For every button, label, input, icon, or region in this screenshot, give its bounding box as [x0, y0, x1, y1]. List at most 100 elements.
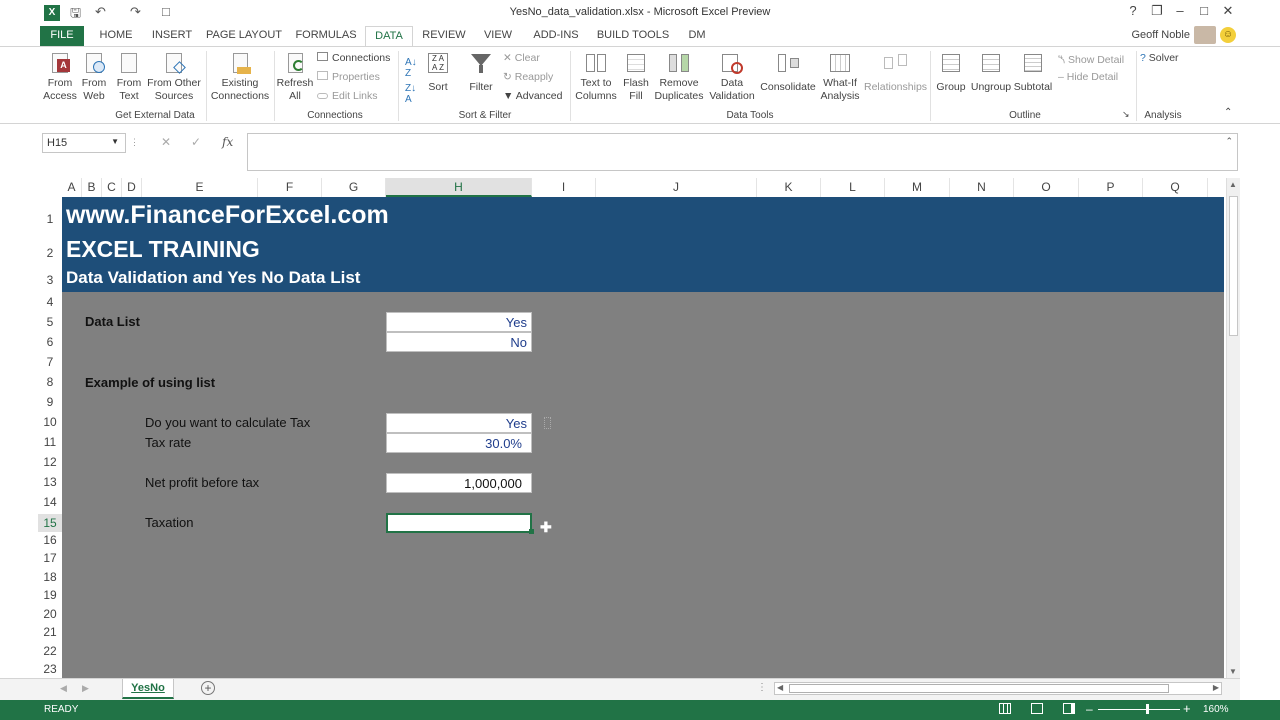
column-header[interactable]: F: [258, 178, 322, 197]
scroll-right-icon[interactable]: ▶: [1213, 683, 1219, 692]
row-header[interactable]: 13: [38, 475, 62, 489]
zoom-slider-thumb[interactable]: [1146, 704, 1149, 714]
ungroup-button[interactable]: Ungroup: [970, 51, 1012, 94]
data-validation-button[interactable]: Data Validation: [706, 51, 758, 103]
prev-sheet-icon[interactable]: ◀: [60, 683, 67, 694]
from-web-button[interactable]: From Web: [79, 51, 109, 103]
show-detail-button[interactable]: ⯲ Show Detail: [1058, 52, 1124, 70]
ribbon-display-icon[interactable]: ❐: [1147, 3, 1167, 19]
maximize-icon[interactable]: □: [1194, 3, 1214, 18]
solver-button[interactable]: ? Solver: [1140, 52, 1179, 64]
clear-button[interactable]: ✕ Clear: [503, 52, 540, 64]
column-header[interactable]: G: [322, 178, 386, 197]
filter-button[interactable]: Filter: [465, 51, 497, 94]
help-icon[interactable]: ?: [1123, 3, 1143, 18]
row-header[interactable]: 6: [38, 335, 62, 349]
page-break-view-icon[interactable]: [1063, 703, 1075, 714]
row-header[interactable]: 1: [38, 212, 62, 226]
list-cell-no[interactable]: No: [386, 332, 532, 352]
minimize-icon[interactable]: –: [1170, 3, 1190, 18]
taxation-cell-selected[interactable]: [386, 513, 532, 533]
row-header[interactable]: 19: [38, 588, 62, 602]
zoom-level[interactable]: 160%: [1203, 704, 1229, 715]
tab-dm[interactable]: DM: [682, 26, 712, 46]
sort-za-icon[interactable]: Z↓ A: [405, 83, 416, 105]
zoom-slider[interactable]: [1098, 709, 1180, 710]
row-header[interactable]: 5: [38, 315, 62, 329]
row-header[interactable]: 14: [38, 495, 62, 509]
outline-dialog-launcher-icon[interactable]: ↘: [1122, 109, 1130, 120]
sort-az-icon[interactable]: A↓ Z: [405, 57, 417, 79]
reapply-button[interactable]: ↻ Reapply: [503, 71, 553, 83]
tab-home[interactable]: HOME: [93, 26, 139, 46]
next-sheet-icon[interactable]: ▶: [82, 683, 89, 694]
row-header[interactable]: 17: [38, 551, 62, 565]
row-header[interactable]: 18: [38, 570, 62, 584]
row-header[interactable]: 7: [38, 355, 62, 369]
column-header[interactable]: I: [532, 178, 596, 197]
row-header[interactable]: 10: [38, 415, 62, 429]
scroll-left-icon[interactable]: ◀: [777, 683, 783, 692]
column-header[interactable]: O: [1014, 178, 1079, 197]
user-name[interactable]: Geoff Noble: [1118, 26, 1190, 46]
column-header[interactable]: J: [596, 178, 757, 197]
tab-file[interactable]: FILE: [40, 26, 84, 46]
column-header[interactable]: N: [950, 178, 1014, 197]
tab-build-tools[interactable]: BUILD TOOLS: [596, 26, 670, 46]
close-icon[interactable]: ✕: [1218, 3, 1238, 19]
page-layout-view-icon[interactable]: [1031, 703, 1043, 714]
column-header[interactable]: P: [1079, 178, 1143, 197]
calc-tax-dropdown[interactable]: Yes: [386, 413, 532, 433]
column-header[interactable]: Q: [1143, 178, 1208, 197]
column-header-selected[interactable]: H: [386, 178, 532, 197]
text-to-columns-button[interactable]: Text to Columns: [574, 51, 618, 103]
cancel-entry-icon[interactable]: ✕: [161, 135, 171, 149]
flash-fill-button[interactable]: Flash Fill: [622, 51, 650, 103]
refresh-all-button[interactable]: Refresh All: [276, 51, 314, 103]
confirm-entry-icon[interactable]: ✓: [191, 135, 201, 149]
fill-handle[interactable]: [529, 529, 534, 534]
vertical-scrollbar[interactable]: ▲ ▼: [1226, 178, 1240, 678]
tab-review[interactable]: REVIEW: [420, 26, 468, 46]
row-header[interactable]: 4: [38, 295, 62, 309]
row-header[interactable]: 3: [38, 273, 62, 287]
avatar[interactable]: [1194, 26, 1216, 44]
row-header[interactable]: 23: [38, 662, 62, 676]
tab-page-layout[interactable]: PAGE LAYOUT: [205, 26, 283, 46]
tax-rate-cell[interactable]: 30.0%: [386, 433, 532, 453]
row-header-selected[interactable]: 15: [38, 514, 62, 532]
vertical-scroll-thumb[interactable]: [1229, 196, 1238, 336]
group-button[interactable]: Group: [934, 51, 968, 94]
row-header[interactable]: 12: [38, 455, 62, 469]
tab-view[interactable]: VIEW: [478, 26, 518, 46]
edit-links-button[interactable]: Edit Links: [317, 90, 378, 102]
list-cell-yes[interactable]: Yes: [386, 312, 532, 332]
scroll-up-icon[interactable]: ▲: [1229, 180, 1237, 189]
collapse-ribbon-icon[interactable]: ⌃: [1224, 107, 1232, 118]
column-header[interactable]: B: [82, 178, 102, 197]
normal-view-icon[interactable]: [999, 703, 1011, 714]
remove-duplicates-button[interactable]: Remove Duplicates: [654, 51, 704, 103]
horizontal-scroll-thumb[interactable]: [789, 684, 1169, 693]
tab-formulas[interactable]: FORMULAS: [293, 26, 359, 46]
scroll-down-icon[interactable]: ▼: [1229, 667, 1237, 676]
existing-connections-button[interactable]: Existing Connections: [208, 51, 272, 103]
column-header[interactable]: L: [821, 178, 885, 197]
consolidate-button[interactable]: Consolidate: [760, 51, 816, 94]
row-header[interactable]: 11: [38, 435, 62, 449]
column-header[interactable]: K: [757, 178, 821, 197]
horizontal-scrollbar[interactable]: ◀ ▶: [774, 682, 1222, 695]
name-box[interactable]: H15 ▼: [42, 133, 126, 153]
row-header[interactable]: 16: [38, 533, 62, 547]
advanced-button[interactable]: ▼ Advanced: [503, 90, 562, 102]
relationships-button[interactable]: Relationships: [864, 51, 927, 94]
what-if-analysis-button[interactable]: What-If Analysis: [818, 51, 862, 103]
split-grip-icon[interactable]: ⋮: [757, 682, 767, 693]
row-header[interactable]: 8: [38, 375, 62, 389]
net-profit-cell[interactable]: 1,000,000: [386, 473, 532, 493]
column-header[interactable]: E: [142, 178, 258, 197]
row-header[interactable]: 21: [38, 625, 62, 639]
sheet-tab-yesno[interactable]: YesNo: [122, 679, 174, 699]
column-header[interactable]: A: [62, 178, 82, 197]
hide-detail-button[interactable]: ‒ Hide Detail: [1058, 71, 1118, 83]
